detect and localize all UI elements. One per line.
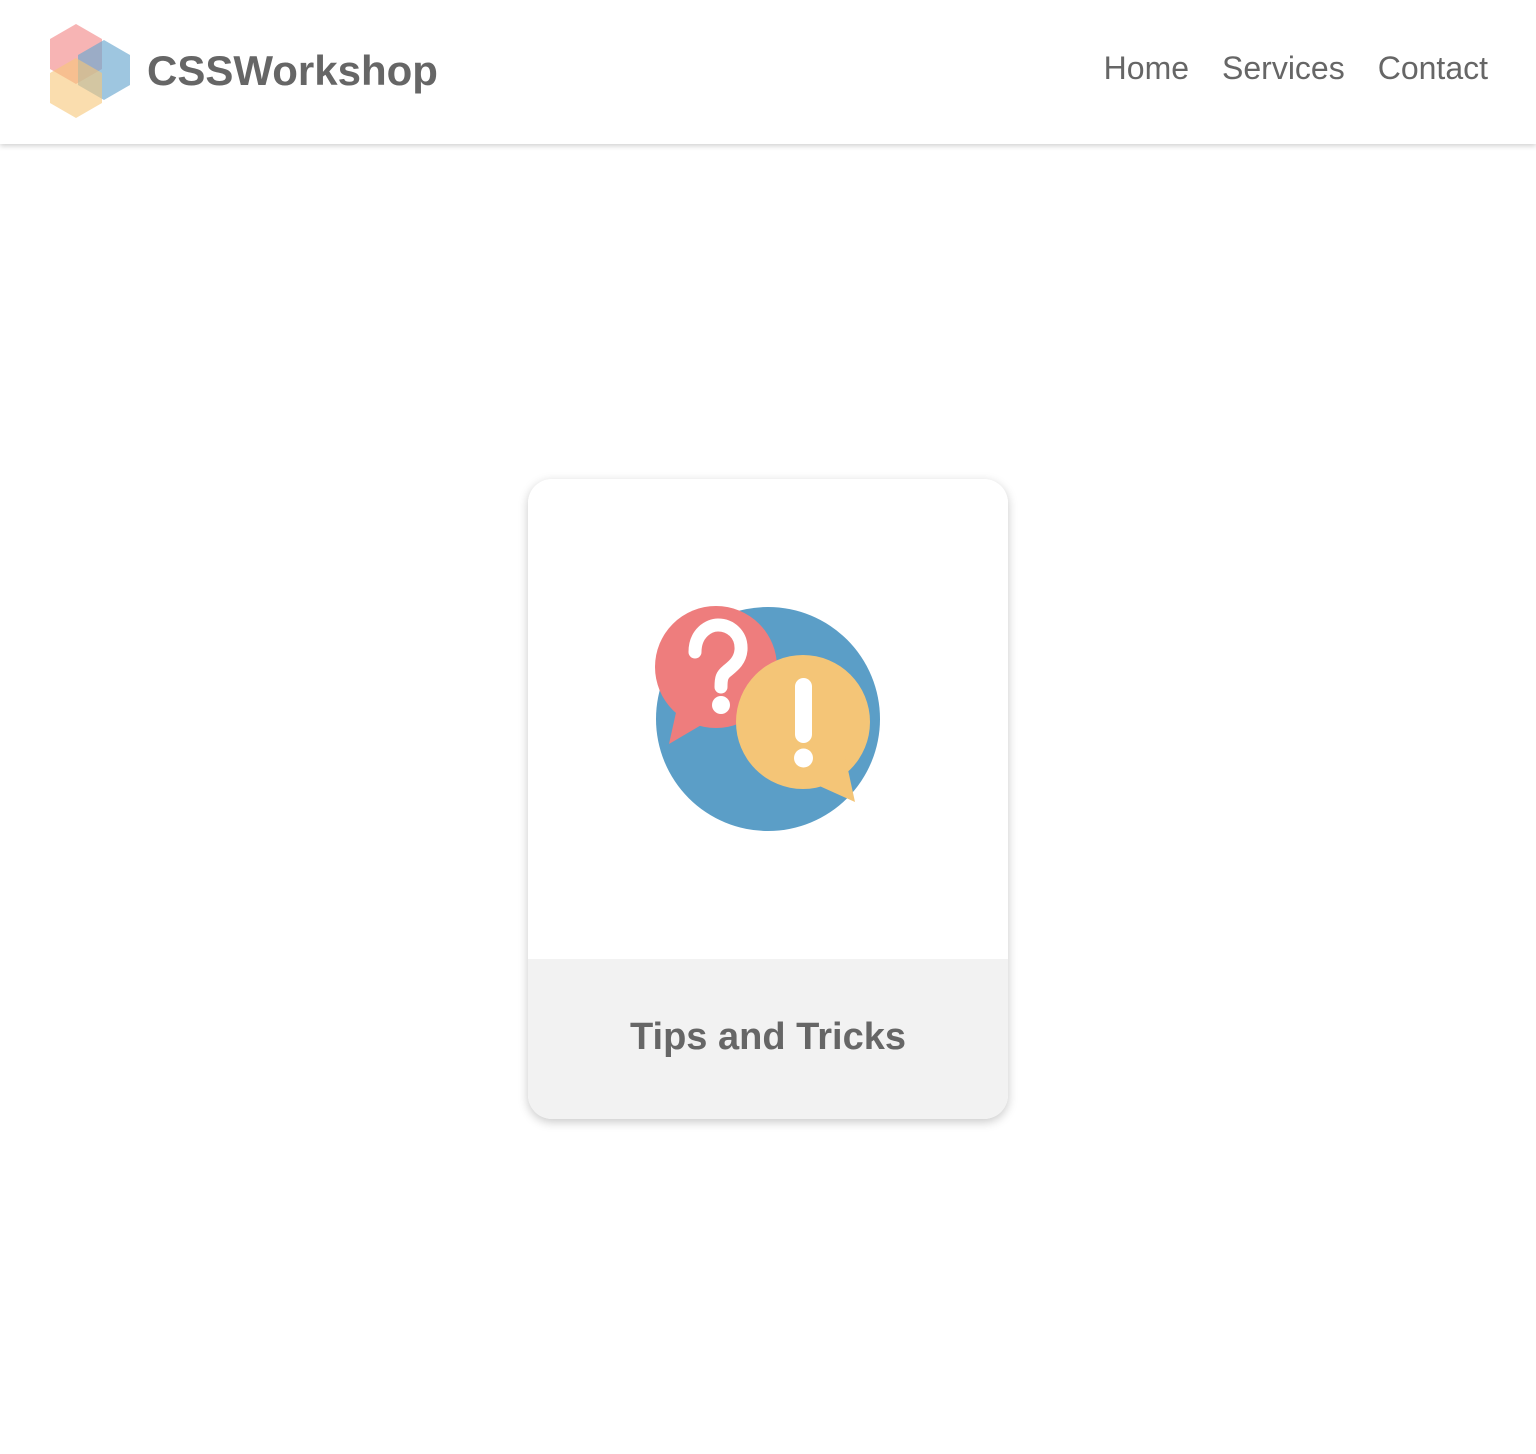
hexagon-logo-icon <box>50 24 130 118</box>
card-footer: Tips and Tricks <box>528 959 1008 1119</box>
card-image <box>528 479 1008 959</box>
brand[interactable]: CSSWorkshop <box>46 22 438 122</box>
nav-home-link[interactable]: Home <box>1104 52 1189 84</box>
nav-services-link[interactable]: Services <box>1222 52 1345 84</box>
main-nav: Home Services Contact <box>1104 52 1488 84</box>
question-exclamation-chat-icon <box>655 606 880 831</box>
site-header: CSSWorkshop Home Services Contact <box>0 0 1536 144</box>
nav-contact-link[interactable]: Contact <box>1378 52 1488 84</box>
card-title: Tips and Tricks <box>630 1016 906 1058</box>
brand-name: CSSWorkshop <box>147 47 438 94</box>
tips-card[interactable]: Tips and Tricks <box>528 479 1008 1119</box>
